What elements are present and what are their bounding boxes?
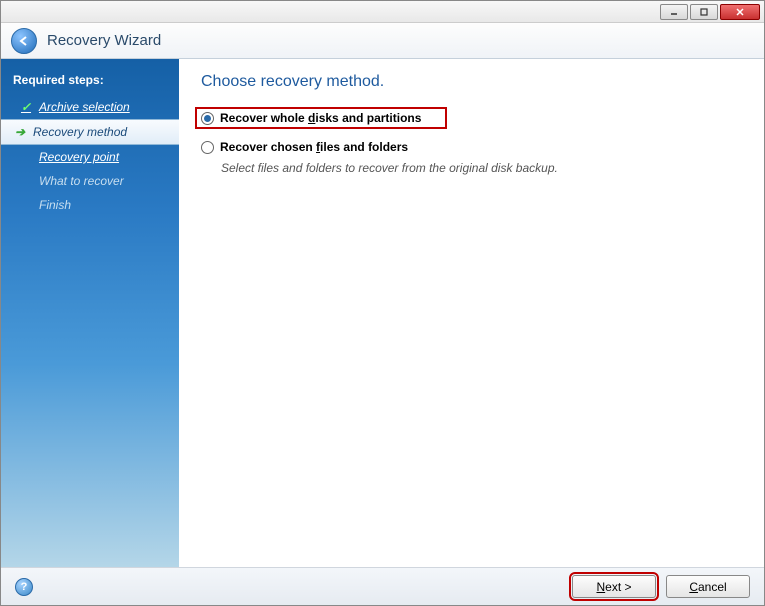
footer: ? Next > Cancel: [1, 567, 764, 605]
radio-label: Recover whole disks and partitions: [220, 111, 421, 125]
cancel-button[interactable]: Cancel: [666, 575, 750, 598]
minimize-button[interactable]: [660, 4, 688, 20]
option-recover-disks: Recover whole disks and partitions: [201, 107, 742, 129]
window-title: Recovery Wizard: [47, 32, 161, 49]
option-description: Select files and folders to recover from…: [201, 157, 742, 175]
back-button[interactable]: [11, 28, 37, 54]
step-label: Finish: [39, 198, 71, 212]
step-recovery-point[interactable]: Recovery point: [1, 145, 179, 169]
option-recover-files: Recover chosen files and folders Select …: [201, 137, 742, 175]
radio-icon: [201, 141, 214, 154]
maximize-icon: [699, 7, 709, 17]
step-label: Recovery point: [39, 150, 119, 164]
footer-buttons: Next > Cancel: [572, 575, 750, 598]
maximize-button[interactable]: [690, 4, 718, 20]
next-button[interactable]: Next >: [572, 575, 656, 598]
sidebar: Required steps: ✓ Archive selection ➔ Re…: [1, 59, 179, 567]
radio-option-recover-files[interactable]: Recover chosen files and folders: [201, 137, 742, 157]
page-title: Choose recovery method.: [201, 73, 742, 91]
radio-icon: [201, 112, 214, 125]
main-panel: Choose recovery method. Recover whole di…: [179, 59, 764, 567]
titlebar: [1, 1, 764, 23]
close-button[interactable]: [720, 4, 760, 20]
help-button[interactable]: ?: [15, 578, 33, 596]
arrow-right-icon: ➔: [13, 125, 27, 139]
header: Recovery Wizard: [1, 23, 764, 59]
step-label: Recovery method: [33, 125, 127, 139]
sidebar-heading: Required steps:: [1, 69, 179, 95]
checkmark-icon: ✓: [19, 100, 33, 114]
radio-label: Recover chosen files and folders: [220, 140, 408, 154]
step-label: What to recover: [39, 174, 124, 188]
help-icon: ?: [21, 581, 28, 593]
step-finish: Finish: [1, 193, 179, 217]
step-label: Archive selection: [39, 100, 130, 114]
minimize-icon: [669, 7, 679, 17]
content-area: Required steps: ✓ Archive selection ➔ Re…: [1, 59, 764, 567]
close-icon: [735, 7, 745, 17]
step-recovery-method[interactable]: ➔ Recovery method: [1, 119, 179, 145]
step-what-to-recover: What to recover: [1, 169, 179, 193]
step-archive-selection[interactable]: ✓ Archive selection: [1, 95, 179, 119]
back-arrow-icon: [17, 34, 31, 48]
radio-option-recover-disks[interactable]: Recover whole disks and partitions: [195, 107, 447, 129]
